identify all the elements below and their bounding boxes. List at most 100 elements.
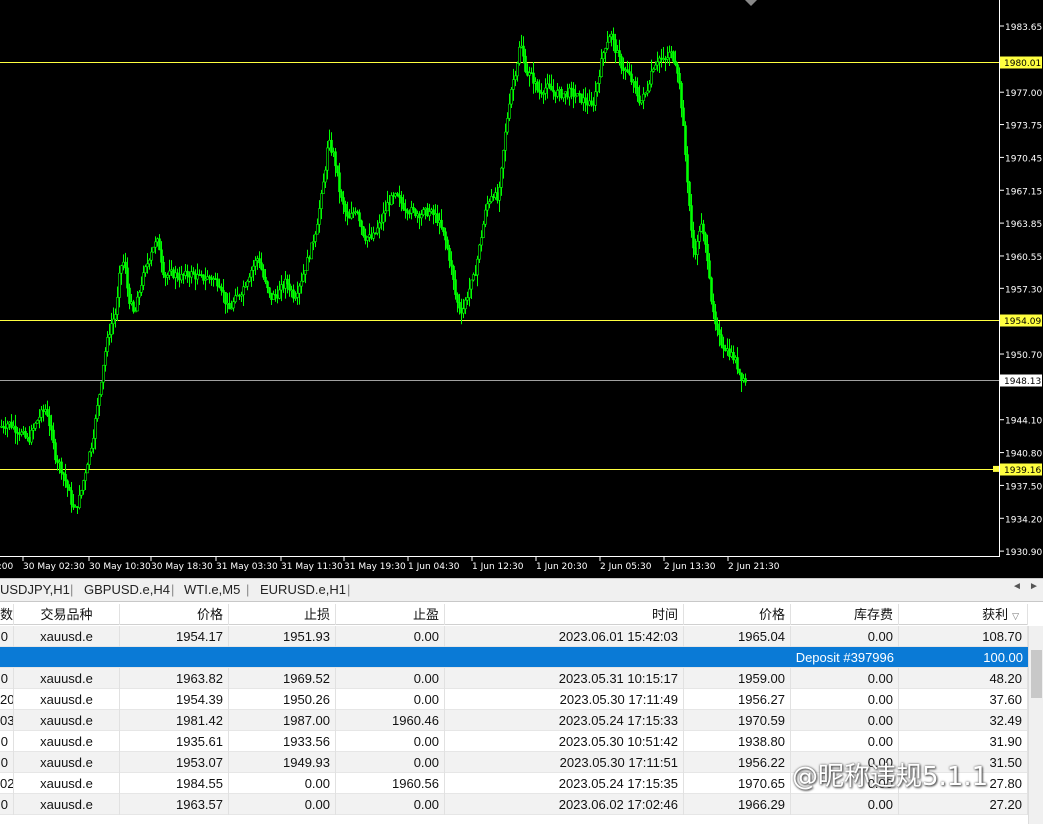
candle-body	[218, 285, 221, 288]
candle-body	[76, 506, 79, 508]
candle-body	[212, 278, 215, 280]
candle-body	[316, 224, 319, 235]
candle-body	[224, 291, 227, 305]
candle-body	[420, 214, 423, 219]
candle-body	[572, 88, 575, 97]
header-volume[interactable]: 数	[0, 604, 14, 625]
candle-body	[236, 294, 239, 297]
price-axis-label: 1957.30	[1005, 285, 1042, 295]
candle-body	[444, 231, 447, 241]
candle-body	[172, 269, 175, 278]
candle-body	[618, 50, 621, 57]
candle-body	[524, 55, 527, 72]
header-symbol[interactable]: 交易品种	[14, 604, 120, 625]
cell-tp: 0.00	[336, 752, 445, 773]
scroll-tabs-left-icon[interactable]: ◄	[1012, 581, 1022, 592]
tab-wti-m5[interactable]: WTI.e,M5	[184, 582, 240, 597]
candle-body	[406, 210, 409, 214]
price-axis-label: 1930.90	[1005, 548, 1042, 558]
header-time[interactable]: 时间	[445, 604, 684, 625]
shift-marker-icon[interactable]	[745, 0, 757, 6]
candle-body	[672, 51, 675, 62]
candle-body	[648, 83, 651, 92]
header-stop-loss[interactable]: 止损	[229, 604, 336, 625]
header-close-price[interactable]: 价格	[684, 604, 791, 625]
tab-eurusd-h1[interactable]: EURUSD.e,H1	[260, 582, 346, 597]
candle-body	[226, 302, 229, 305]
candle-body	[686, 154, 689, 183]
candle-body	[350, 213, 353, 219]
table-row[interactable]: 0 xauusd.e 1963.82 1969.52 0.00 2023.05.31 10…	[0, 668, 1028, 689]
candle-body	[220, 286, 223, 291]
candle-body	[184, 270, 187, 276]
candle-body	[538, 89, 541, 93]
table-row[interactable]: 20 xauusd.e 1954.39 1950.26 0.00 2023.05.30 1…	[0, 689, 1028, 710]
candle-body	[448, 248, 451, 261]
candle-body	[122, 261, 125, 267]
price-axis-label: 1937.50	[1005, 482, 1042, 492]
candle-body	[10, 421, 13, 428]
candle-body	[706, 244, 709, 262]
candle-body	[260, 262, 263, 270]
candle-body	[266, 281, 269, 289]
candle-body	[296, 292, 299, 298]
tab-usdjpy-h1[interactable]: USDJPY,H1	[0, 582, 70, 597]
candle-body	[600, 58, 603, 77]
candle-body	[650, 70, 653, 85]
deposit-row[interactable]: Deposit #397996 100.00	[0, 647, 1028, 668]
cell-tp: 0.00	[336, 731, 445, 752]
vertical-scrollbar[interactable]	[1028, 626, 1043, 824]
cell-close: 1966.29	[684, 794, 791, 815]
table-row[interactable]: 0 xauusd.e 1963.57 0.00 0.00 2023.06.02 17:02…	[0, 794, 1028, 815]
candle-body	[656, 61, 659, 66]
candle-body	[464, 299, 467, 310]
table-row[interactable]: 03 xauusd.e 1981.42 1987.00 1960.46 2023.05.2…	[0, 710, 1028, 731]
candle-body	[74, 506, 77, 508]
candle-body	[306, 257, 309, 271]
price-axis-label: 1934.20	[1005, 515, 1042, 525]
cell-price: 1954.39	[120, 689, 229, 710]
candle-body	[192, 271, 195, 275]
candle-body	[636, 87, 639, 97]
candle-body	[112, 318, 115, 324]
candle-body	[12, 425, 15, 428]
table-row[interactable]: 0 xauusd.e 1954.17 1951.93 0.00 2023.06.01 15…	[0, 626, 1028, 647]
candle-body	[156, 238, 159, 243]
candle-body	[288, 283, 291, 291]
candle-body	[342, 197, 345, 205]
header-take-profit[interactable]: 止盈	[336, 604, 445, 625]
candle-body	[152, 246, 155, 253]
watermark-text: @昵称违规5.1.1	[792, 762, 989, 792]
candle-body	[34, 422, 37, 429]
price-chart[interactable]: 1983.65 1977.00 1973.75 1970.45 1967.15 1963.…	[0, 0, 1043, 578]
candle-body	[598, 76, 601, 84]
scroll-tabs-right-icon[interactable]: ►	[1029, 581, 1039, 592]
header-price[interactable]: 价格	[120, 604, 229, 625]
tab-gbpusd-h4[interactable]: GBPUSD.e,H4	[84, 582, 170, 597]
candle-body	[606, 41, 609, 49]
cell-profit: 48.20	[899, 668, 1028, 689]
price-axis-label: 1950.70	[1005, 351, 1042, 361]
tab-separator: |	[347, 582, 351, 597]
scrollbar-thumb[interactable]	[1031, 650, 1042, 698]
header-swap[interactable]: 库存费	[791, 604, 899, 625]
candle-body	[334, 151, 337, 167]
table-row[interactable]: 0 xauusd.e 1935.61 1933.56 0.00 2023.05.30 10…	[0, 731, 1028, 752]
header-profit[interactable]: 获利 ▽	[899, 604, 1028, 625]
time-axis-label: 31 May 11:30	[281, 562, 343, 572]
price-tag-level-lower: 1939.16	[1004, 466, 1041, 476]
cell-tp: 0.00	[336, 626, 445, 647]
candle-body	[130, 301, 133, 304]
candle-body	[608, 36, 611, 43]
sort-desc-icon: ▽	[1012, 611, 1019, 621]
cell-time: 2023.06.01 15:42:03	[445, 626, 684, 647]
candle-body	[708, 260, 711, 279]
candle-body	[72, 504, 75, 508]
candlestick-chart-svg[interactable]: 1983.65 1977.00 1973.75 1970.45 1967.15 1963.…	[0, 0, 1043, 578]
candle-body	[302, 273, 305, 282]
time-axis-label: 2 Jun 05:30	[600, 562, 652, 572]
candle-body	[182, 274, 185, 276]
cell-price: 1984.55	[120, 773, 229, 794]
candle-body	[556, 90, 559, 97]
candle-body	[300, 280, 303, 287]
